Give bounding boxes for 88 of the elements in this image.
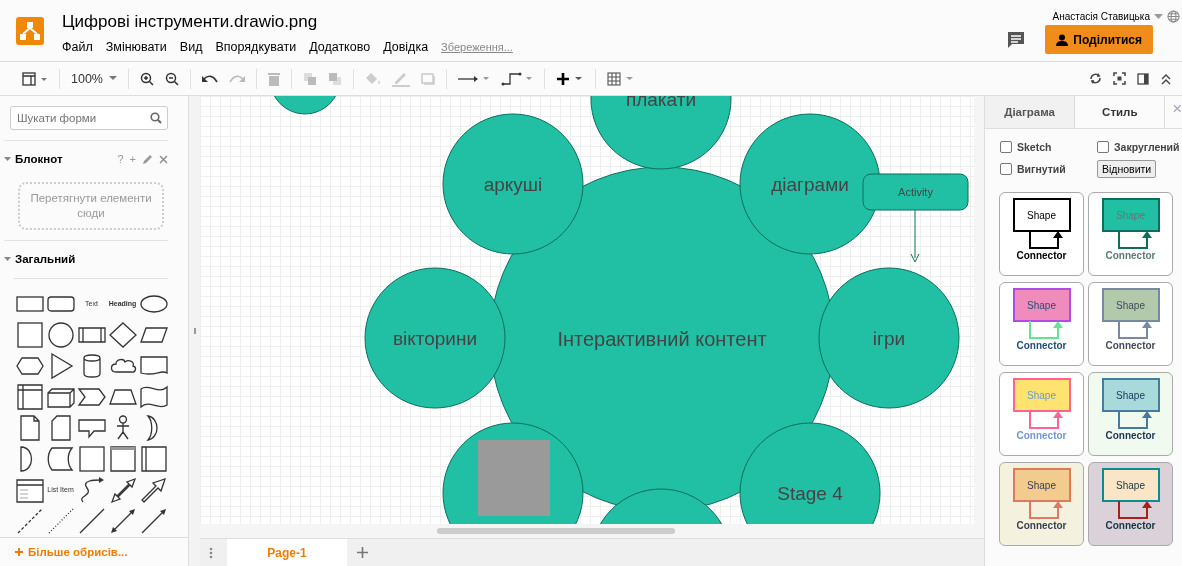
square-shape-icon[interactable] [76,444,107,473]
connector-label: Connector [1105,340,1156,351]
format-panel-icon[interactable] [1137,72,1149,85]
save-status-link[interactable]: Збереження... [441,41,513,53]
shape-search-field[interactable]: Шукати форми [10,106,168,130]
caret-icon[interactable] [4,156,11,162]
style-swatch[interactable]: Shape Connector [999,282,1084,366]
split-shape-icon[interactable] [138,444,169,473]
menu-item[interactable]: Файл [62,40,93,54]
search-icon[interactable] [150,112,162,124]
menu-item[interactable]: Вид [179,40,203,54]
option-checkbox[interactable]: Закруглений [1097,141,1182,153]
caret-icon[interactable] [109,76,117,81]
collapse-icon[interactable] [1160,72,1172,85]
caret-icon[interactable] [4,256,11,262]
document-title[interactable]: Цифрові інструменти.drawio.png [62,12,513,32]
connection-arrow-icon[interactable] [458,73,490,84]
user-icon [1056,33,1069,46]
shape-preview: Shape [1012,198,1071,232]
panel-tab[interactable]: Діаграма [985,96,1076,128]
menu-item[interactable]: Впорядкувати [215,40,297,54]
internal-shape-icon[interactable] [14,382,45,411]
style-swatch[interactable]: Shape Connector [999,192,1084,276]
style-swatch[interactable]: Shape Connector [1088,372,1173,456]
app-logo-icon[interactable] [16,17,44,45]
circle-shape-icon[interactable] [45,320,76,349]
style-swatch[interactable]: Shape Connector [999,462,1084,546]
section-header[interactable]: Загальний [4,253,76,265]
node-label: діаграми [771,174,849,195]
storage-shape-icon[interactable] [45,444,76,473]
fullscreen-icon[interactable] [1113,72,1126,85]
square-shape-icon[interactable] [14,320,45,349]
connector-arrow [910,209,920,263]
connector-label: Connector [1016,250,1067,261]
zoom-in-icon[interactable] [140,71,154,86]
shape-preview: Shape [1101,288,1160,322]
shape-preview: Shape [1012,378,1071,412]
section-header[interactable]: Блокнот [4,153,63,165]
connector-label: Connector [1105,430,1156,441]
menu-item[interactable]: Додатково [309,40,371,54]
share-button[interactable]: Поділитися [1045,25,1153,54]
connector-label: Connector [1016,340,1067,351]
user-name[interactable]: Анастасія Ставицька [1052,11,1150,22]
node-label: Stage 4 [777,483,843,504]
table-icon[interactable] [607,71,635,86]
node-label: Інтерактивний контент [557,328,767,350]
option-checkbox[interactable]: Sketch [1000,141,1097,153]
style-swatch[interactable]: Shape Connector [1088,282,1173,366]
style-swatch[interactable]: Shape Connector [1088,462,1173,546]
comment-icon[interactable] [1007,30,1026,49]
add-page-icon[interactable] [357,547,368,558]
node-label: вікторини [392,328,478,349]
insert-plus-icon[interactable] [556,71,584,86]
menu-item[interactable]: Довідка [383,40,429,54]
layout-panel-icon[interactable] [22,71,48,86]
line-color-icon[interactable] [392,70,410,87]
pages-menu-icon[interactable] [209,546,213,559]
waypoint-icon[interactable] [501,71,533,86]
connector-label: Connector [1105,250,1156,261]
globe-icon[interactable] [1167,10,1180,23]
connector-label: Connector [1016,430,1067,441]
close-icon[interactable] [159,154,168,164]
frame-shape-icon[interactable] [107,444,138,473]
plus-icon[interactable] [15,548,23,556]
zoom-level-dropdown[interactable]: 100% [71,71,117,86]
node-label: ігри [872,328,906,349]
undo-icon[interactable] [202,73,218,84]
menu-item[interactable]: Змінювати [105,40,167,54]
edit-icon[interactable] [142,153,153,165]
reset-button[interactable]: Відновити [1097,160,1157,178]
shape-preview: Shape [1012,468,1071,502]
node-label: аркуші [483,174,543,195]
shape-preview: Shape [1101,468,1160,502]
horizontal-scrollbar[interactable] [437,528,675,534]
node-label: Activity [898,186,933,198]
diamond-shape-icon[interactable] [107,320,138,349]
zoom-out-icon[interactable] [165,71,179,86]
refresh-icon[interactable] [1089,72,1102,85]
connector-label: Connector [1105,520,1156,531]
caret-icon[interactable] [1154,14,1163,19]
option-checkbox[interactable]: Вигнутий [1000,163,1097,175]
shape-preview: Shape [1101,198,1160,232]
connector-label: Connector [1016,520,1067,531]
shape-preview: Shape [1101,378,1160,412]
shape-preview: Shape [1012,288,1071,322]
fill-color-icon[interactable] [365,71,381,86]
style-swatch[interactable]: Shape Connector [1088,192,1173,276]
node-label: плакати [625,96,697,110]
